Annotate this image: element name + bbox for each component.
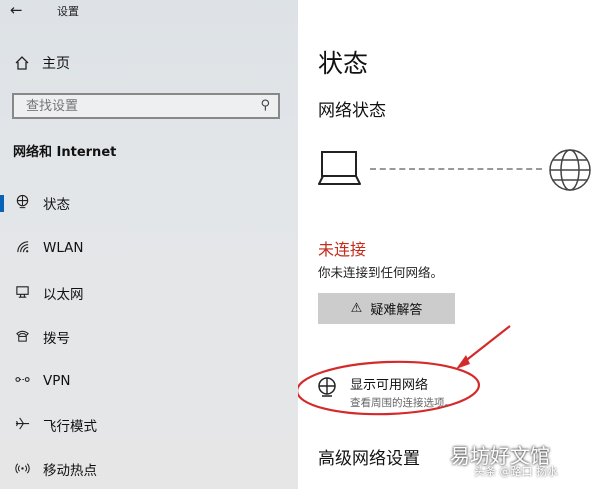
sidebar-item-label: 以太网 [43, 287, 84, 303]
search-input[interactable] [14, 97, 248, 115]
annotation-overlay [298, 325, 511, 416]
sidebar-item-label: 移动热点 [43, 463, 97, 479]
sidebar-item-status[interactable]: 状态 [0, 188, 296, 218]
sidebar-item-label: VPN [43, 373, 71, 389]
ethernet-icon [13, 284, 31, 303]
search-box[interactable]: ⚲ [12, 93, 280, 119]
wifi-icon [13, 239, 31, 258]
status-globe-icon [13, 194, 31, 213]
available-networks-link[interactable]: 显示可用网络 [350, 374, 428, 393]
watermark-sub: 头条 @路口 扬水 [474, 465, 558, 478]
search-icon[interactable]: ⚲ [260, 98, 270, 113]
active-indicator [0, 195, 4, 212]
sidebar-item-ethernet[interactable]: 以太网 [0, 278, 296, 308]
sidebar-item-label: 状态 [43, 197, 70, 213]
dialup-icon [13, 328, 31, 347]
advanced-settings-heading: 高级网络设置 [318, 449, 420, 469]
sidebar-item-airplane[interactable]: 飞行模式 [0, 410, 296, 440]
annotation-arrowhead [456, 355, 470, 369]
sidebar-item-wlan[interactable]: WLAN [0, 233, 296, 263]
home-icon [15, 56, 29, 70]
annotation-arrow-line [463, 325, 511, 363]
available-networks-icon[interactable] [316, 376, 338, 403]
sidebar-item-label: WLAN [43, 240, 84, 256]
app-title: 设置 [57, 5, 79, 18]
sidebar-item-label: 主页 [42, 56, 70, 72]
vpn-icon [13, 372, 31, 391]
sidebar-item-label: 飞行模式 [43, 419, 97, 435]
sidebar-item-vpn[interactable]: VPN [0, 366, 296, 396]
airplane-icon [13, 416, 31, 435]
section-title: 网络和 Internet [13, 145, 117, 160]
arrow-left-icon[interactable]: ← [10, 1, 23, 19]
sidebar: ← 设置 主页 ⚲ 网络和 Internet 状态 WLAN 以太网 拨号 [0, 0, 298, 489]
sidebar-item-home[interactable]: 主页 [14, 52, 70, 74]
sidebar-item-dialup[interactable]: 拨号 [0, 322, 296, 352]
available-networks-desc: 查看周围的连接选项。 [350, 397, 455, 409]
sidebar-item-hotspot[interactable]: 移动热点 [0, 454, 296, 484]
main-pane: 状态 网络状态 未连接 你未连接到任何网络。 ⚠ 疑难解答 显示可用网络 查看周… [298, 0, 600, 489]
hotspot-icon [13, 460, 31, 479]
sidebar-item-label: 拨号 [43, 331, 70, 347]
